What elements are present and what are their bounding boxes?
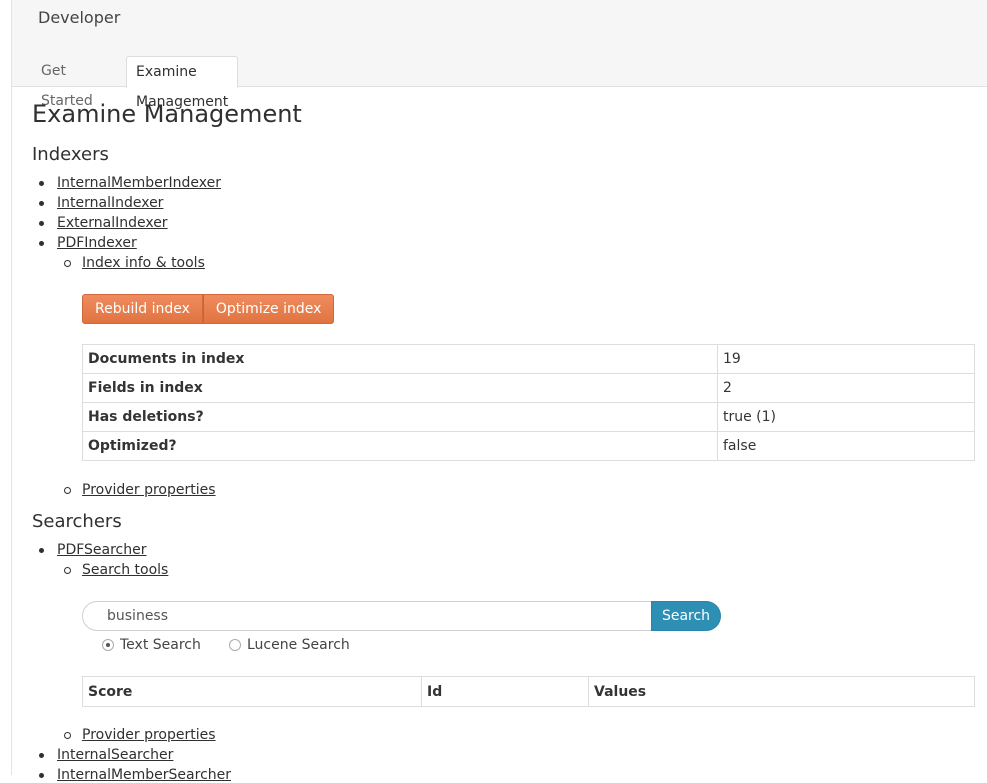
left-border (11, 0, 12, 775)
stat-key: Documents in index (82, 344, 718, 374)
stat-value: false (717, 431, 975, 461)
search-results-table: Score Id Values (82, 676, 975, 707)
list-item: PDFIndexer (57, 235, 137, 251)
bullet (39, 241, 44, 246)
radio-selected-icon[interactable] (102, 639, 114, 651)
page-header: Developer Get Started Examine Management (12, 0, 987, 110)
list-item: Search tools (82, 562, 168, 578)
list-item: InternalSearcher (57, 747, 173, 763)
indexer-provider-properties-link[interactable]: Provider properties (82, 482, 216, 498)
tab-get-started[interactable]: Get Started (32, 56, 102, 109)
search-button[interactable]: Search (651, 601, 721, 631)
index-info-table: Documents in index 19 Fields in index 2 Ha… (82, 344, 975, 461)
sub-bullet (64, 732, 71, 739)
list-item: PDFSearcher (57, 542, 147, 558)
table-row: Has deletions? true (1) (82, 402, 975, 432)
list-item: InternalIndexer (57, 195, 163, 211)
indexer-link-pdfindexer[interactable]: PDFIndexer (57, 235, 137, 251)
index-actions: Rebuild index Optimize index (82, 294, 335, 324)
lucene-search-option[interactable]: Lucene Search (229, 637, 350, 653)
bullet (39, 753, 44, 758)
list-item: Provider properties (82, 482, 216, 498)
sub-bullet (64, 487, 71, 494)
indexer-link-internalmemberindexer[interactable]: InternalMemberIndexer (57, 175, 221, 191)
column-values: Values (588, 676, 975, 707)
searcher-link-internalmembersearcher[interactable]: InternalMemberSearcher (57, 767, 231, 783)
indexer-link-externalindexer[interactable]: ExternalIndexer (57, 215, 168, 231)
table-row: Documents in index 19 (82, 344, 975, 374)
list-item: Provider properties (82, 727, 216, 743)
searcher-link-pdfsearcher[interactable]: PDFSearcher (57, 542, 147, 558)
stat-key: Fields in index (82, 373, 718, 403)
searcher-provider-properties-link[interactable]: Provider properties (82, 727, 216, 743)
bullet (39, 773, 44, 778)
search-input[interactable] (82, 601, 652, 631)
sub-bullet (64, 567, 71, 574)
stat-key: Has deletions? (82, 402, 718, 432)
header-title: Developer (38, 8, 121, 27)
index-info-tools-link[interactable]: Index info & tools (82, 255, 205, 271)
indexer-link-internalindexer[interactable]: InternalIndexer (57, 195, 163, 211)
table-header-row: Score Id Values (82, 676, 975, 707)
stat-value: 19 (717, 344, 975, 374)
column-score: Score (82, 676, 422, 707)
optimize-index-button[interactable]: Optimize index (202, 294, 335, 324)
list-item: Index info & tools (82, 255, 205, 271)
radio-unselected-icon[interactable] (229, 639, 241, 651)
lucene-search-label: Lucene Search (247, 637, 350, 653)
list-item: InternalMemberIndexer (57, 175, 221, 191)
tab-examine-management[interactable]: Examine Management (126, 56, 239, 110)
table-row: Fields in index 2 (82, 373, 975, 403)
search-box: Search (82, 601, 721, 631)
list-item: ExternalIndexer (57, 215, 168, 231)
bullet (39, 548, 44, 553)
table-row: Optimized? false (82, 431, 975, 461)
stat-value: true (1) (717, 402, 975, 432)
indexers-heading: Indexers (32, 144, 109, 165)
stat-value: 2 (717, 373, 975, 403)
text-search-option[interactable]: Text Search (102, 637, 201, 653)
rebuild-index-button[interactable]: Rebuild index (82, 294, 203, 324)
text-search-label: Text Search (120, 637, 201, 653)
sub-bullet (64, 260, 71, 267)
bullet (39, 201, 44, 206)
column-id: Id (421, 676, 589, 707)
stat-key: Optimized? (82, 431, 718, 461)
page-title: Examine Management (32, 100, 302, 128)
bullet (39, 221, 44, 226)
searchers-heading: Searchers (32, 511, 122, 532)
list-item: InternalMemberSearcher (57, 767, 231, 783)
bullet (39, 181, 44, 186)
search-tools-link[interactable]: Search tools (82, 562, 168, 578)
searcher-link-internalsearcher[interactable]: InternalSearcher (57, 747, 173, 763)
